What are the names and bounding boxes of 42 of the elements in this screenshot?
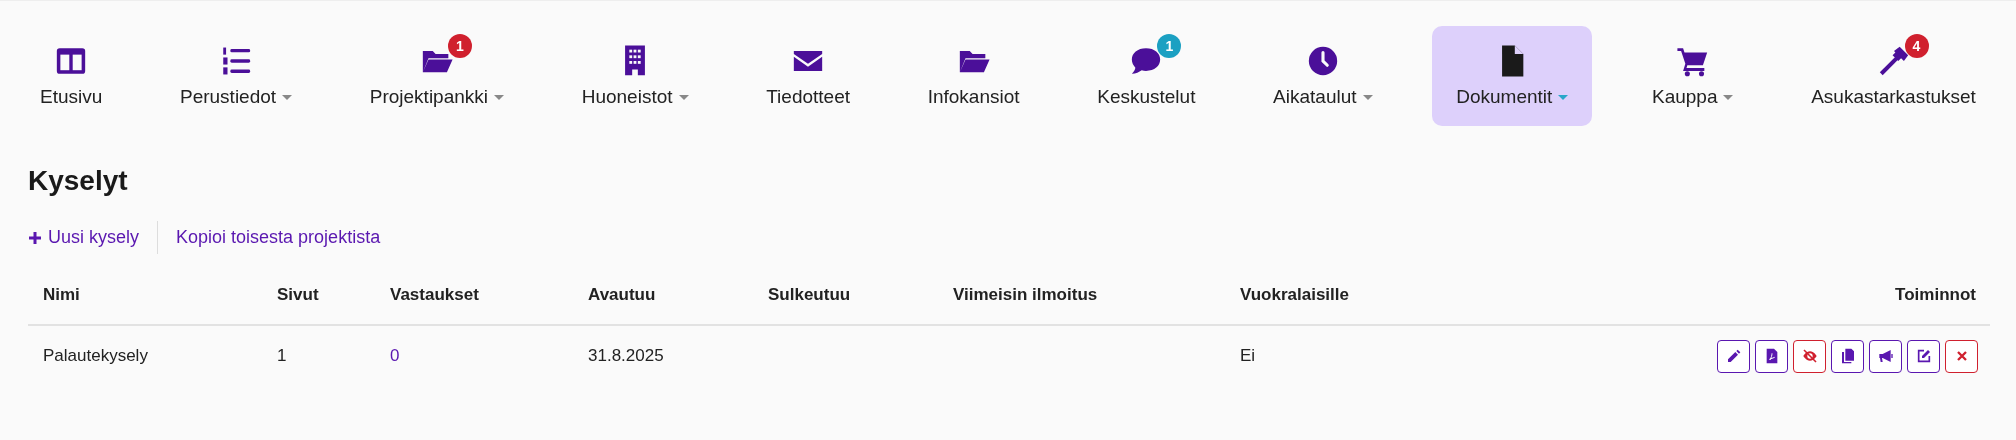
nav-tab[interactable]: Dokumentit — [1432, 26, 1593, 126]
nav-tab[interactable]: Etusivu — [22, 26, 121, 126]
nav-tab[interactable]: Perustiedot — [161, 26, 311, 126]
action-button[interactable] — [1717, 339, 1750, 373]
action-button[interactable] — [1907, 339, 1940, 373]
action-button[interactable] — [1793, 339, 1826, 373]
page-heading: Kyselyt — [28, 165, 129, 197]
action-link[interactable]: Kopioi toisesta projektista — [157, 221, 399, 254]
action-link[interactable]: Uusi kysely — [28, 221, 158, 254]
answers-link[interactable]: 0 — [375, 346, 400, 366]
action-button[interactable] — [1755, 339, 1788, 373]
nav-tab[interactable]: Aikataulut — [1255, 26, 1391, 126]
table-cell-text: 31.8.2025 — [587, 346, 664, 366]
eye-slash-icon — [1801, 348, 1818, 364]
column-header: Sivut — [276, 285, 319, 305]
column-header: Vuokralaisille — [1239, 285, 1349, 305]
copy-icon — [1839, 348, 1856, 364]
column-header: Sulkeutuu — [767, 285, 851, 305]
column-header: Toiminnot — [1894, 285, 1977, 305]
pencil-icon — [1725, 348, 1742, 364]
action-button[interactable] — [1831, 339, 1864, 373]
table-cell-text: Palautekysely — [42, 346, 148, 366]
action-button[interactable] — [1869, 339, 1902, 373]
edit-icon — [1915, 348, 1932, 364]
nav-tab[interactable]: Infokansiot — [909, 26, 1038, 126]
table-cell-text: Ei — [1239, 346, 1256, 366]
action-button[interactable] — [1945, 339, 1978, 373]
column-header: Nimi — [42, 285, 80, 305]
column-header: Vastaukset — [389, 285, 479, 305]
count-badge: 4 — [1904, 34, 1929, 58]
count-badge: 1 — [1157, 34, 1182, 58]
nav-tab[interactable]: Tiedotteet — [748, 26, 868, 126]
nav-tab[interactable]: 1 Projektipankki — [351, 26, 523, 126]
nav-tab[interactable]: Huoneistot — [563, 26, 707, 126]
column-header: Avautuu — [587, 285, 656, 305]
column-header: Viimeisin ilmoitus — [952, 285, 1098, 305]
count-badge: 1 — [447, 34, 472, 58]
table-cell-text: 1 — [276, 346, 287, 366]
nav-tab[interactable]: Kauppa — [1633, 26, 1752, 126]
nav-tab[interactable]: 1 Keskustelut — [1079, 26, 1214, 126]
nav-tab[interactable]: 4 Asukastarkastukset — [1793, 26, 1994, 126]
megaphone-icon — [1877, 348, 1894, 364]
